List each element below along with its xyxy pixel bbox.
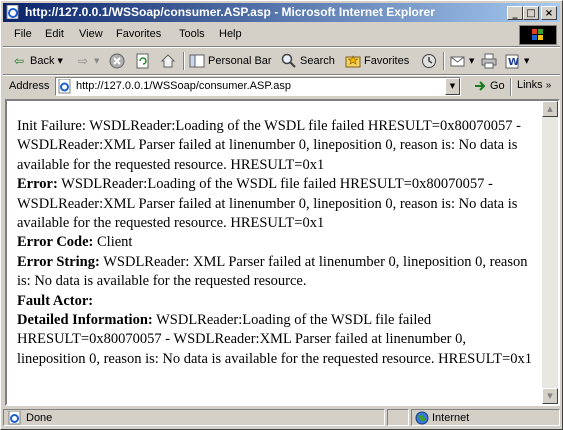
edit-button[interactable]: W ▼ [505,51,529,71]
error-string-line: Error String: WSDLReader: XML Parser fai… [17,253,537,292]
search-label: Search [300,55,335,67]
status-text: Done [26,412,53,424]
chevron-down-icon: ▼ [524,57,530,65]
globe-icon [415,411,429,425]
history-icon [422,54,436,68]
forward-arrow-icon: ⇨ [77,54,89,68]
menu-file[interactable]: File [14,28,32,40]
chevron-down-icon: ▼ [57,57,63,65]
error-string-label: Error String: [17,253,100,270]
window-title: http://127.0.0.1/WSSoap/consumer.ASP.asp… [25,5,435,19]
personal-bar-label: Personal Bar [208,55,272,67]
back-button[interactable]: ⇦ Back ▼ [11,51,63,71]
windows-logo-icon [519,25,557,45]
menu-favorites[interactable]: Favorites [116,28,161,40]
favorites-icon [345,55,361,68]
refresh-icon [136,53,149,69]
title-bar[interactable]: http://127.0.0.1/WSSoap/consumer.ASP.asp… [3,3,560,22]
home-icon [160,54,176,68]
links-button[interactable]: Links » [517,79,551,91]
error-code-label: Error Code: [17,234,94,251]
edit-icon: W [505,54,519,69]
fault-actor-line: Fault Actor: [17,292,537,311]
personal-bar-button[interactable]: Personal Bar [189,51,272,71]
address-dropdown-button[interactable]: ▼ [445,78,460,95]
detailed-info-line: Detailed Information: WSDLReader:Loading… [17,311,537,369]
menu-help[interactable]: Help [219,28,242,40]
forward-button[interactable]: ⇨ ▼ [75,51,99,71]
status-pane-zone: Internet [411,409,560,426]
personal-bar-icon [189,54,205,68]
status-pane-main: Done [3,409,385,426]
mail-button[interactable]: ▼ [450,51,474,71]
close-button[interactable]: × [541,6,557,20]
vertical-scrollbar[interactable]: ▲ ▼ [542,101,558,404]
error-code-line: Error Code: Client [17,233,537,252]
stop-icon [109,53,125,69]
error-value: WSDLReader:Loading of the WSDL file fail… [17,176,518,232]
page-content: Init Failure: WSDLReader:Loading of the … [7,101,542,404]
chevrons-right-icon: » [545,79,552,91]
search-icon [281,53,296,68]
fault-actor-label: Fault Actor: [17,292,94,309]
back-arrow-icon: ⇦ [13,54,25,68]
maximize-button[interactable]: □ [523,6,539,20]
print-button[interactable] [481,51,497,71]
error-code-value: Client [97,234,133,251]
favorites-label: Favorites [364,55,410,67]
page-viewport: Init Failure: WSDLReader:Loading of the … [5,99,560,406]
error-label: Error: [17,176,58,193]
stop-button[interactable] [109,51,125,71]
toolbar-divider [443,52,445,70]
go-arrow-icon [475,81,486,91]
menu-tools[interactable]: Tools [179,28,205,40]
scroll-down-button[interactable]: ▼ [542,388,558,404]
address-divider [510,78,512,96]
chevron-down-icon: ▼ [469,57,475,65]
error-line: Error: WSDLReader:Loading of the WSDL fi… [17,175,537,233]
svg-text:W: W [508,57,519,68]
init-failure-text: Init Failure: WSDLReader:Loading of the … [17,118,521,173]
menu-view[interactable]: View [79,28,103,40]
go-button[interactable]: Go [473,79,505,93]
go-label: Go [490,80,505,92]
minimize-button[interactable]: _ [507,6,523,20]
back-label: Back [30,55,55,67]
zone-text: Internet [432,412,470,424]
standard-toolbar: ⇦ Back ▼ ⇨ ▼ Personal Bar Search Favorit… [3,48,560,74]
ie-page-icon [6,5,19,19]
menu-edit[interactable]: Edit [45,28,64,40]
refresh-button[interactable] [135,51,151,71]
address-label: Address [9,80,50,92]
detailed-info-label: Detailed Information: [17,312,153,329]
ie-page-icon [58,79,71,94]
status-pane-progress [387,409,409,426]
toolbar-divider [183,52,185,70]
favorites-button[interactable]: Favorites [345,51,409,71]
menu-bar: File Edit View Favorites Tools Help [3,24,560,46]
chevron-down-icon: ▼ [94,57,100,65]
status-bar: Done Internet [3,408,560,427]
home-button[interactable] [160,51,176,71]
address-url: http://127.0.0.1/WSSoap/consumer.ASP.asp [76,80,292,92]
search-button[interactable]: Search [281,51,335,71]
history-button[interactable] [421,51,437,71]
ie-page-icon [8,411,21,425]
print-icon [481,53,497,69]
address-bar: Address http://127.0.0.1/WSSoap/consumer… [3,76,560,98]
mail-icon [450,56,465,67]
links-label: Links [517,79,543,91]
address-input[interactable]: http://127.0.0.1/WSSoap/consumer.ASP.asp… [55,77,461,96]
scroll-up-button[interactable]: ▲ [542,101,558,117]
browser-window: http://127.0.0.1/WSSoap/consumer.ASP.asp… [0,0,563,430]
